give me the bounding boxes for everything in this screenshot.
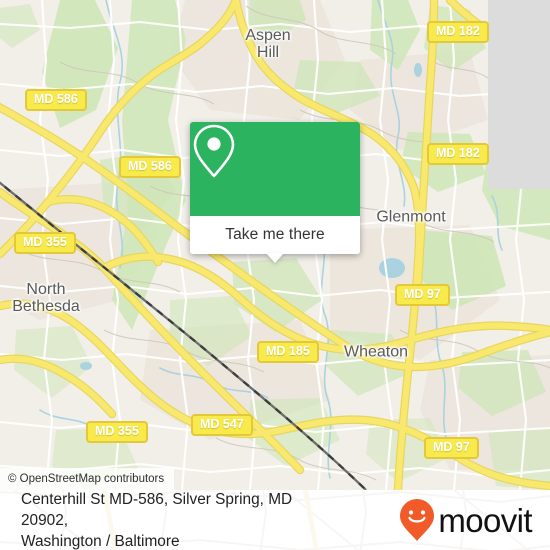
route-shield: MD 182	[427, 143, 489, 165]
route-shield: MD 182	[427, 21, 489, 43]
map-screenshot: Aspen Hill Glenmont North Bethesda Wheaton MD…	[0, 0, 550, 550]
place-label-line: North	[26, 281, 66, 298]
take-me-there-label: Take me there	[225, 226, 325, 243]
route-shield: MD 185	[257, 341, 319, 363]
route-shield: MD 355	[86, 421, 148, 443]
address-block: Centerhill St MD-586, Silver Spring, MD …	[21, 490, 341, 550]
route-shield: MD 586	[25, 89, 87, 111]
place-label-line: Bethesda	[12, 298, 80, 315]
place-label-aspen-hill: Aspen Hill	[245, 27, 290, 61]
popup-icon-area	[190, 122, 360, 216]
map-canvas[interactable]: Aspen Hill Glenmont North Bethesda Wheaton MD…	[0, 0, 550, 490]
place-label-glenmont: Glenmont	[376, 209, 445, 226]
footer-bar: Centerhill St MD-586, Silver Spring, MD …	[0, 490, 550, 550]
moovit-wordmark: moovit	[438, 501, 532, 539]
moovit-brand[interactable]: moovit	[399, 498, 533, 542]
moovit-smiley-pin-icon	[400, 499, 435, 541]
location-popup-card[interactable]: Take me there	[190, 122, 360, 263]
route-shield: MD 97	[424, 437, 479, 459]
route-shield: MD 97	[395, 284, 450, 306]
route-shield: MD 547	[191, 414, 253, 436]
place-label-line: Aspen	[245, 27, 291, 44]
map-pin-icon	[193, 124, 235, 178]
popup-action-area[interactable]: Take me there	[190, 216, 360, 263]
place-label-wheaton: Wheaton	[344, 344, 408, 361]
popup-pointer-tail	[266, 253, 284, 263]
address-line-2: Washington / Baltimore	[21, 532, 180, 550]
place-label-north-bethesda: North Bethesda	[12, 281, 80, 315]
map-right-gray-panel	[488, 0, 550, 189]
place-label-line: Wheaton	[343, 343, 409, 361]
place-label-line: Glenmont	[376, 208, 446, 226]
route-shield: MD 355	[14, 232, 76, 254]
route-shield: MD 586	[119, 156, 181, 178]
place-label-line: Hill	[256, 44, 280, 61]
address-line-1: Centerhill St MD-586, Silver Spring, MD …	[21, 490, 293, 529]
osm-attribution[interactable]: © OpenStreetMap contributors	[0, 468, 175, 490]
